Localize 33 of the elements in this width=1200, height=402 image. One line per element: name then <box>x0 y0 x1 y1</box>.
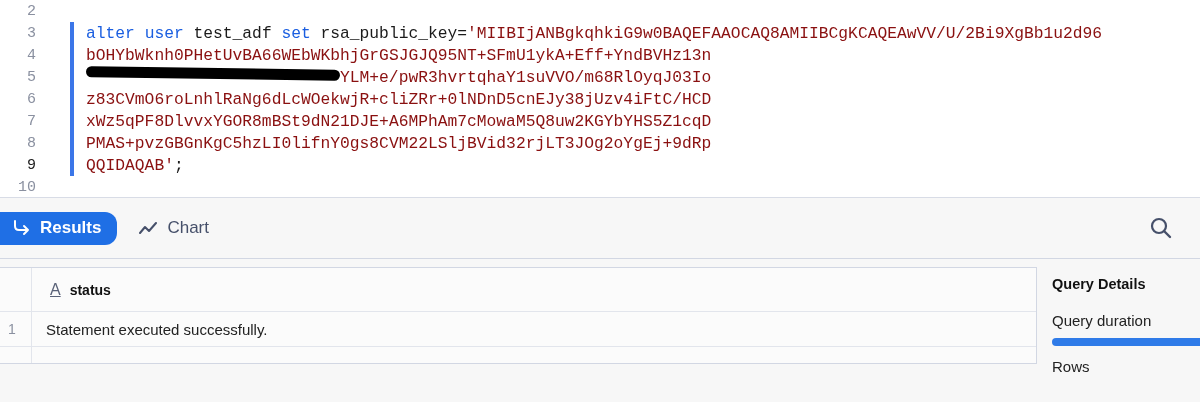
line-chart-icon <box>139 222 158 234</box>
results-tab[interactable]: Results <box>0 211 118 245</box>
line-number: 6 <box>26 90 36 108</box>
panel-title: Query Details <box>1052 276 1147 292</box>
row-number: 1 <box>0 312 32 346</box>
code-keyword: alter <box>86 23 135 43</box>
detail-label: Query duration <box>1052 312 1153 329</box>
line-number: 3 <box>26 24 36 42</box>
search-icon[interactable] <box>1150 217 1172 239</box>
code-keyword: set <box>281 23 311 43</box>
code-string: QQIDAQAB' <box>86 155 174 175</box>
code-keyword: user <box>144 23 184 43</box>
code-string: xWz5qPF8DlvvxYGOR8mBSt9dN21DJE+A6MPhAm7cMowaM5Q8uw2KGYbYHS5Z1cqD <box>86 111 712 131</box>
line-number: 9 <box>26 156 36 174</box>
code-text: ; <box>173 155 184 175</box>
code-string: bOHYbWknh0PHetUvBA66WEbWKbhjGrGSJGJQ95NT+SFmU1ykA+Eff+YndBVHz13n <box>86 45 712 65</box>
code-string: z83CVmO6roLnhlRaNg6dLcWOekwjR+cliZRr+0lNDnD5cnEJy38jUzv4iFtC/HCD <box>86 89 712 109</box>
line-number: 4 <box>26 46 36 64</box>
line-number: 5 <box>26 68 36 86</box>
line-number: 7 <box>26 112 36 130</box>
line-number: 2 <box>26 2 36 20</box>
detail-label: Rows <box>1052 358 1091 375</box>
line-number: 10 <box>17 178 36 196</box>
code-string: PMAS+pvzGBGnKgC5hzLI0lifnY0gs8CVM22LSljBVid32rjLT3JOg2oYgEj+9dRp <box>86 133 712 153</box>
code-text: rsa_public_key= <box>320 23 468 43</box>
column-header[interactable]: A status <box>32 268 111 311</box>
chart-tab[interactable]: Chart <box>127 211 223 245</box>
return-arrow-icon <box>12 220 30 236</box>
line-number: 8 <box>26 134 36 152</box>
code-string: 'MIIBIjANBgkqhkiG9w0BAQEFAAOCAQ8AMIIBCgKCAQEAwVV/U/2Bi9XgBb1u2d96 <box>467 23 1103 43</box>
code-text: test_adf <box>193 23 272 43</box>
table-cell-text: Statement executed successfully. <box>45 319 268 340</box>
code-string: YLM+e/pwR3hvrtqhaY1suVVO/m68RlOyqJ03Io <box>340 67 712 87</box>
